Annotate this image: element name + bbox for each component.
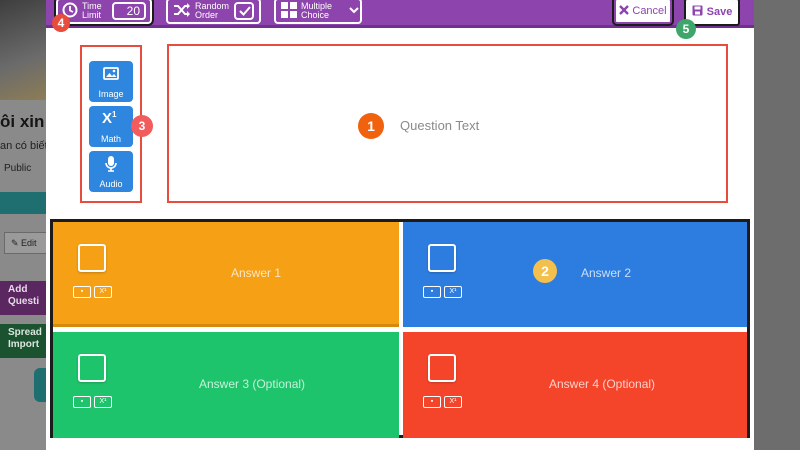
background-teal-bar (0, 192, 46, 214)
check-icon (239, 6, 251, 16)
math-icon[interactable]: X¹ (94, 396, 112, 408)
answer-3-card[interactable]: ▪ X¹ Answer 3 (Optional) (53, 332, 399, 438)
audio-label: Audio (99, 179, 123, 189)
image-icon (103, 67, 119, 82)
cover-image (0, 0, 46, 100)
time-limit-control[interactable]: Time Limit 20 (54, 0, 154, 26)
cancel-label: Cancel (632, 5, 667, 17)
step-badge-question: 1 (358, 113, 384, 139)
visibility-label: Public (4, 163, 32, 174)
time-limit-input[interactable]: 20 (112, 2, 146, 20)
answer-4-card[interactable]: ▪ X¹ Answer 4 (Optional) (403, 332, 747, 438)
background-right-panel (754, 0, 800, 450)
chevron-down-icon (349, 6, 359, 16)
math-icon: X1 (102, 110, 117, 127)
image-label: Image (98, 89, 124, 99)
image-icon[interactable]: ▪ (423, 396, 441, 408)
microphone-icon (105, 156, 117, 174)
question-type-select[interactable]: Multiple Choice (274, 0, 362, 24)
answer-4-placeholder[interactable]: Answer 4 (Optional) (549, 377, 655, 391)
time-limit-label: Time Limit (82, 1, 102, 20)
math-icon[interactable]: X¹ (94, 286, 112, 298)
close-icon (619, 4, 630, 18)
add-question-button[interactable]: Add Questi (0, 281, 46, 315)
answer-2-card[interactable]: ▪ X¹ Answer 2 (403, 222, 747, 327)
answer-1-card[interactable]: ▪ X¹ Answer 1 (53, 222, 399, 327)
image-icon[interactable]: ▪ (73, 396, 91, 408)
step-badge-time-limit: 4 (52, 14, 70, 32)
image-icon[interactable]: ▪ (423, 286, 441, 298)
shuffle-icon (173, 3, 191, 19)
step-badge-answers: 2 (533, 259, 557, 283)
spreadsheet-import-button[interactable]: Spread Import (0, 324, 46, 358)
edit-button[interactable]: ✎ Edit (4, 232, 50, 254)
edit-label: Edit (21, 238, 37, 248)
answer-4-correct-checkbox[interactable] (428, 354, 456, 382)
answer-3-correct-checkbox[interactable] (78, 354, 106, 382)
save-icon (692, 5, 703, 19)
random-order-checkbox[interactable] (234, 2, 254, 20)
answer-2-correct-checkbox[interactable] (428, 244, 456, 272)
answers-grid: ▪ X¹ Answer 1 ▪ X¹ Answer 2 ▪ X¹ Answer … (50, 219, 750, 438)
insert-math-button[interactable]: X1 Math (89, 106, 133, 147)
insert-audio-button[interactable]: Audio (89, 151, 133, 192)
question-type-label: Multiple Choice (301, 1, 333, 20)
save-label: Save (706, 6, 733, 18)
answer-1-placeholder[interactable]: Answer 1 (231, 266, 281, 280)
math-label: Math (100, 134, 121, 144)
answer-1-correct-checkbox[interactable] (78, 244, 106, 272)
answer-3-placeholder[interactable]: Answer 3 (Optional) (199, 377, 305, 391)
cancel-button[interactable]: Cancel (612, 0, 674, 26)
image-icon[interactable]: ▪ (73, 286, 91, 298)
math-icon[interactable]: X¹ (444, 396, 462, 408)
insert-image-button[interactable]: Image (89, 61, 133, 102)
editor-toolbar: Time Limit 20 Random Order Multiple Choi… (46, 0, 754, 28)
quiz-subtitle: an có biết (0, 140, 46, 152)
random-order-toggle[interactable]: Random Order (166, 0, 261, 24)
grid-icon (281, 2, 297, 20)
quiz-title: ôi xin (0, 112, 45, 131)
random-order-label: Random Order (195, 1, 230, 20)
question-placeholder: Question Text (400, 118, 480, 133)
math-icon[interactable]: X¹ (444, 286, 462, 298)
step-badge-save: 5 (676, 19, 696, 39)
answer-2-placeholder[interactable]: Answer 2 (581, 266, 631, 280)
step-badge-media: 3 (131, 115, 153, 137)
